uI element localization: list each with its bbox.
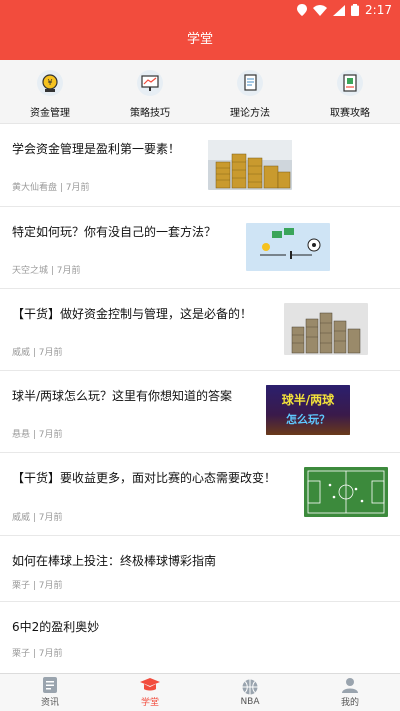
list-item[interactable]: 6中2的盈利奥妙 栗子 | 7月前 [0, 602, 400, 673]
category-theory[interactable]: 理论方法 [200, 60, 300, 123]
tab-academy[interactable]: 学堂 [100, 674, 200, 711]
article-meta: 天空之城 | 7月前 [12, 266, 81, 276]
profile-icon [342, 678, 358, 693]
article-meta: 黄大仙看盘 | 7月前 [12, 183, 90, 193]
banner-text-line2: 怎么玩？ [286, 413, 330, 426]
article-list: 学会资金管理是盈利第一要素！ 黄大仙看盘 | 7月前 特定如何玩？你有没自己的一… [0, 124, 400, 673]
graduation-cap-icon [140, 678, 160, 691]
article-meta: 威威 | 7月前 [12, 348, 63, 358]
battery-icon [351, 4, 360, 16]
soccer-pitch-image [304, 467, 388, 517]
banner-text-line1: 球半/两球 [281, 393, 335, 407]
status-time: 2:17 [365, 3, 392, 17]
bottom-tab-bar: 资讯 学堂 NBA 我的 [0, 673, 400, 711]
article-meta: 栗子 | 7月前 [12, 649, 63, 659]
svg-text:¥: ¥ [47, 78, 52, 87]
article-title: 如何在棒球上投注：终极棒球博彩指南 [12, 554, 217, 568]
tips-card-icon [337, 70, 363, 96]
coin-columns-image [284, 303, 368, 355]
article-title: 特定如何玩？你有没自己的一套方法？ [12, 225, 217, 239]
wifi-icon [313, 4, 328, 16]
list-item[interactable]: 【干货】做好资金控制与管理，这是必备的！ 威威 | 7月前 [0, 289, 400, 371]
list-item[interactable]: 如何在棒球上投注：终极棒球博彩指南 栗子 | 7月前 [0, 536, 400, 602]
article-meta: 悬悬 | 7月前 [12, 430, 63, 440]
article-title: 学会资金管理是盈利第一要素！ [12, 142, 181, 156]
status-icons: 2:17 [297, 3, 392, 17]
theory-document-icon [237, 70, 263, 96]
coin-stacks-image [208, 140, 292, 190]
status-bar: 2:17 [0, 0, 400, 20]
article-title: 球半/两球怎么玩？这里有你想知道的答案 [12, 389, 233, 403]
category-tips[interactable]: 取赛攻略 [300, 60, 400, 123]
money-soccer-cartoon-image [246, 223, 330, 271]
signal-icon [333, 4, 346, 16]
list-item[interactable]: 球半/两球怎么玩？这里有你想知道的答案 悬悬 | 7月前 球半/两球 怎么玩？ [0, 371, 400, 453]
tab-profile[interactable]: 我的 [300, 674, 400, 711]
article-meta: 栗子 | 7月前 [12, 581, 63, 591]
category-label: 资金管理 [30, 108, 70, 119]
category-label: 理论方法 [230, 108, 270, 119]
location-icon [297, 4, 308, 16]
article-meta: 威威 | 7月前 [12, 513, 63, 523]
category-strategy[interactable]: 策略技巧 [100, 60, 200, 123]
tab-label: 资讯 [40, 698, 59, 708]
list-item[interactable]: 特定如何玩？你有没自己的一套方法？ 天空之城 | 7月前 [0, 207, 400, 289]
article-title: 6中2的盈利奥妙 [12, 620, 100, 634]
page-title: 学堂 [0, 20, 400, 60]
tab-label: 学堂 [140, 698, 159, 708]
news-icon [43, 677, 57, 693]
tab-label: 我的 [340, 698, 359, 708]
category-label: 策略技巧 [130, 108, 170, 119]
tab-news[interactable]: 资讯 [0, 674, 100, 711]
list-item[interactable]: 学会资金管理是盈利第一要素！ 黄大仙看盘 | 7月前 [0, 124, 400, 207]
strategy-board-icon [137, 70, 163, 96]
category-money-management[interactable]: ¥ 资金管理 [0, 60, 100, 123]
money-management-icon: ¥ [37, 70, 63, 96]
basketball-icon [242, 679, 258, 694]
category-label: 取赛攻略 [330, 108, 370, 119]
list-item[interactable]: 【干货】要收益更多，面对比赛的心态需要改变！ 威威 | 7月前 [0, 453, 400, 536]
article-title: 【干货】要收益更多，面对比赛的心态需要改变！ [12, 471, 277, 485]
article-title: 【干货】做好资金控制与管理，这是必备的！ [12, 307, 253, 321]
category-bar: ¥ 资金管理 策略技巧 理论方法 取赛攻略 [0, 60, 400, 124]
banner-image: 球半/两球 怎么玩？ [266, 385, 350, 435]
tab-nba[interactable]: NBA [200, 674, 300, 711]
tab-label: NBA [240, 696, 260, 707]
